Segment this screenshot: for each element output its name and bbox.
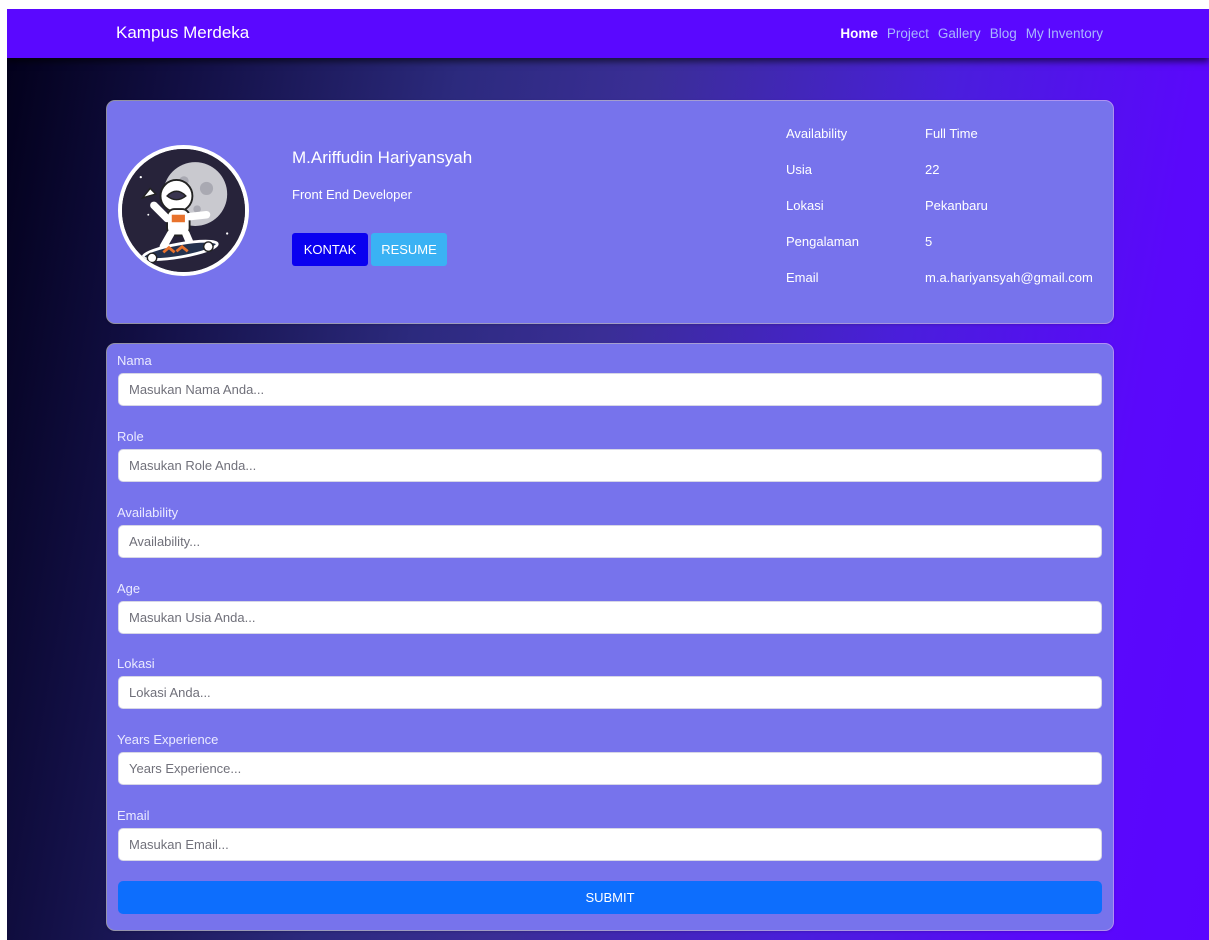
info-label: Email <box>786 270 819 285</box>
page-viewport: Kampus Merdeka Home Project Gallery Blog… <box>7 9 1209 940</box>
info-row-pengalaman: Pengalaman 5 <box>786 234 1093 270</box>
info-value: 5 <box>925 234 933 249</box>
profile-form: Nama Role Availability Age Lokasi Years … <box>107 344 1113 930</box>
info-value: m.a.hariyansyah@gmail.com <box>925 270 1093 285</box>
info-row-usia: Usia 22 <box>786 162 1093 198</box>
info-label: Pengalaman <box>786 234 859 249</box>
info-row-lokasi: Lokasi Pekanbaru <box>786 198 1093 234</box>
form-group-age: Age <box>117 581 1102 634</box>
profile-role: Front End Developer <box>292 187 412 202</box>
info-value: Pekanbaru <box>925 198 988 213</box>
info-label: Usia <box>786 162 813 177</box>
lokasi-input[interactable] <box>118 676 1102 709</box>
email-label: Email <box>117 808 150 823</box>
email-input[interactable] <box>118 828 1102 861</box>
years-experience-input[interactable] <box>118 752 1102 785</box>
astronaut-avatar-icon <box>118 145 249 276</box>
availability-label: Availability <box>117 505 179 520</box>
years-experience-label: Years Experience <box>117 732 219 747</box>
info-label: Availability <box>786 126 848 141</box>
nav-link-home[interactable]: Home <box>840 26 878 41</box>
profile-card: M.Ariffudin Hariyansyah Front End Develo… <box>107 101 1113 323</box>
nav-link-project[interactable]: Project <box>887 26 929 41</box>
profile-name: M.Ariffudin Hariyansyah <box>292 148 473 167</box>
info-label: Lokasi <box>786 198 824 213</box>
nav-link-blog[interactable]: Blog <box>990 26 1017 41</box>
profile-info-table: Availability Full Time Usia 22 Lokasi Pe… <box>786 126 1093 306</box>
nama-input[interactable] <box>118 373 1102 406</box>
nama-label: Nama <box>117 353 152 368</box>
lokasi-label: Lokasi <box>117 656 155 671</box>
navbar-brand[interactable]: Kampus Merdeka <box>116 23 249 43</box>
form-group-years-experience: Years Experience <box>117 732 1102 785</box>
nav-links: Home Project Gallery Blog My Inventory <box>840 26 1103 41</box>
info-value: Full Time <box>925 126 978 141</box>
form-group-nama: Nama <box>117 353 1102 406</box>
info-row-availability: Availability Full Time <box>786 126 1093 162</box>
nav-link-my-inventory[interactable]: My Inventory <box>1026 26 1103 41</box>
role-label: Role <box>117 429 144 444</box>
submit-button[interactable]: SUBMIT <box>118 881 1102 914</box>
form-group-lokasi: Lokasi <box>117 656 1102 709</box>
info-row-email: Email m.a.hariyansyah@gmail.com <box>786 270 1093 306</box>
navbar: Kampus Merdeka Home Project Gallery Blog… <box>7 9 1209 58</box>
form-group-role: Role <box>117 429 1102 482</box>
age-input[interactable] <box>118 601 1102 634</box>
availability-input[interactable] <box>118 525 1102 558</box>
form-group-email: Email <box>117 808 1102 861</box>
kontak-button[interactable]: KONTAK <box>292 233 368 266</box>
form-group-availability: Availability <box>117 505 1102 558</box>
resume-button[interactable]: RESUME <box>371 233 447 266</box>
age-label: Age <box>117 581 141 596</box>
nav-link-gallery[interactable]: Gallery <box>938 26 981 41</box>
info-value: 22 <box>925 162 940 177</box>
role-input[interactable] <box>118 449 1102 482</box>
